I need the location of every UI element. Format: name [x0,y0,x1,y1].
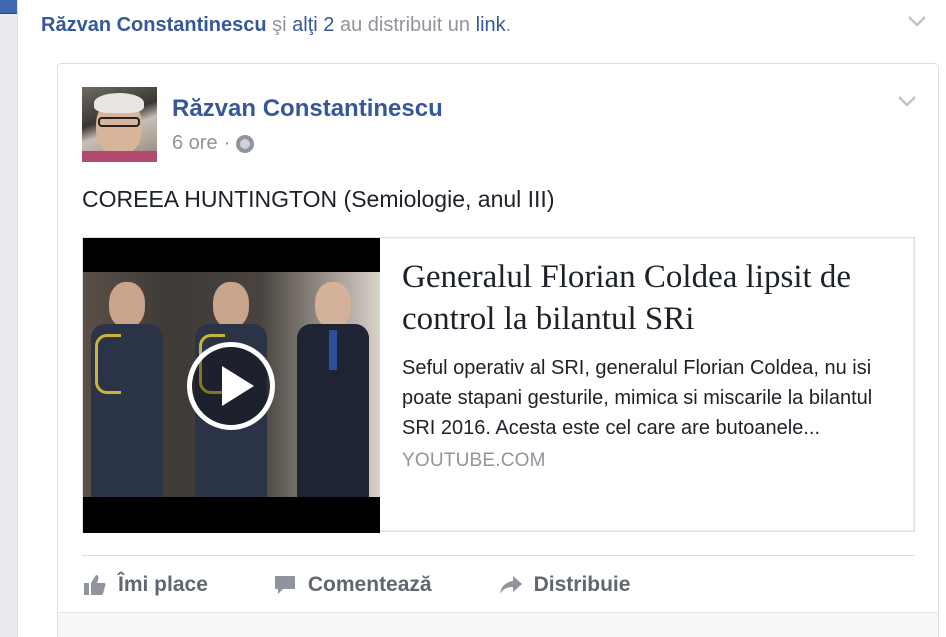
share-connector: şi [266,14,293,36]
share-arrow-icon [499,576,522,594]
share-verb: au distribuit un [334,14,476,36]
post-timestamp[interactable]: 6 ore [172,132,218,155]
meta-separator: · [223,132,231,154]
like-label: Îmi place [118,573,208,596]
post-card: Răzvan Constantinescu 6 ore · COREEA HUN… [57,63,939,637]
shared-object-link[interactable]: link [476,14,506,36]
avatar[interactable] [82,87,157,162]
link-preview[interactable]: Generalul Florian Coldea lipsit de contr… [82,237,915,533]
post-text: COREEA HUNTINGTON (Semiologie, anul III) [82,186,555,212]
post-meta: 6 ore · [172,132,255,155]
divider [82,555,915,556]
link-domain: YOUTUBE.COM [402,450,546,471]
link-title[interactable]: Generalul Florian Coldea lipsit de contr… [402,256,897,340]
link-description: Seful operativ al SRI, generalul Florian… [402,357,873,439]
feed-story: Răzvan Constantinescu şi alţi 2 au distr… [17,0,946,637]
play-icon[interactable] [187,342,275,430]
share-label: Distribuie [533,573,631,596]
share-period: . [505,14,512,36]
thumbs-up-icon [84,575,106,595]
author-name[interactable]: Răzvan Constantinescu [172,95,443,123]
globe-icon [236,134,255,153]
like-button[interactable]: Îmi place [82,572,208,598]
link-preview-body: Generalul Florian Coldea lipsit de contr… [402,256,897,472]
reactions-footer [58,612,938,637]
comment-icon [274,576,295,594]
chevron-down-icon[interactable] [896,90,918,112]
others-link[interactable]: alţi 2 [292,14,334,36]
chevron-down-icon[interactable] [906,10,928,32]
share-notice: Răzvan Constantinescu şi alţi 2 au distr… [41,14,511,37]
comment-button[interactable]: Comentează [272,572,432,598]
action-bar: Îmi place Comentează Distribuie [82,564,915,606]
comment-label: Comentează [307,573,432,596]
sharer-link[interactable]: Răzvan Constantinescu [41,14,267,36]
share-button[interactable]: Distribuie [498,572,631,598]
video-thumbnail[interactable] [83,238,380,533]
